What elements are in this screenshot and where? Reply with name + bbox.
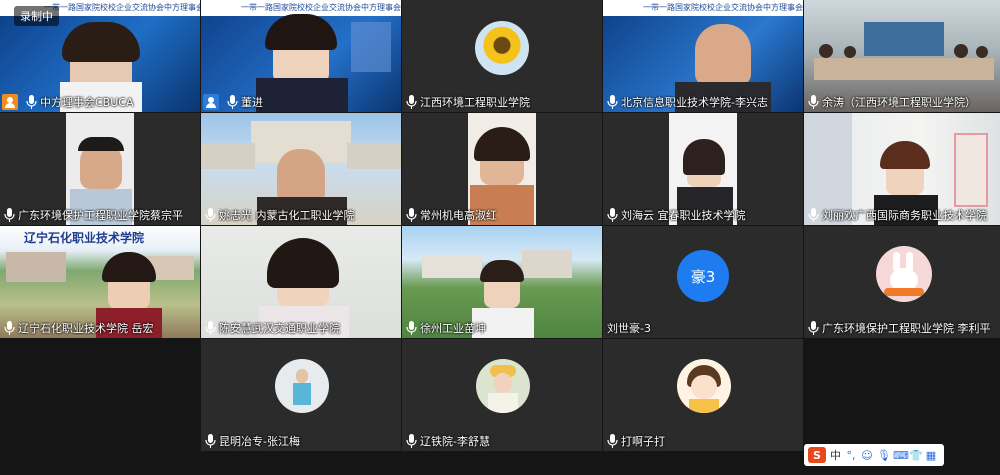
banner-text: 一带一路国家院校校企业交流协会中方理事会 — [44, 3, 200, 12]
participant-name: 打啊子打 — [621, 435, 665, 448]
participant-name: 辽铁院-李舒慧 — [420, 435, 490, 448]
participant-tile[interactable]: 广东环境保护工程职业学院 李利平 — [804, 226, 1000, 338]
participant-name: 徐州工业苗坤 — [420, 322, 486, 335]
mic-icon — [406, 321, 417, 335]
sogou-logo-icon: S — [808, 447, 826, 463]
mic-icon — [26, 95, 37, 109]
participant-label: 陈安慧武汉交通职业学院 — [201, 318, 340, 338]
banner-text: 一带一路国家院校校企业交流协会中方理事会 — [241, 3, 401, 12]
photo-avatar — [476, 359, 530, 413]
participant-tile[interactable]: 刘海云 宜春职业技术学院 — [603, 113, 803, 225]
photo-avatar — [275, 359, 329, 413]
host-icon — [2, 94, 18, 110]
video-grid: 一带一路国家院校校企业交流协会中方理事会 录制中 中方理事会CBUCA 一带一路… — [0, 0, 1000, 452]
participant-tile[interactable]: 昆明冶专-张江梅 — [201, 339, 401, 451]
mic-icon — [808, 208, 819, 222]
keyboard-icon[interactable]: ⌨ — [893, 449, 909, 462]
participant-label: 北京信息职业技术学院-李兴志 — [603, 92, 768, 112]
participant-tile[interactable]: 刘丽欢广西国际商务职业技术学院 — [804, 113, 1000, 225]
participant-tile[interactable]: 余涛（江西环境工程职业学院） — [804, 0, 1000, 112]
rabbit-avatar — [876, 246, 932, 302]
participant-label: 刘丽欢广西国际商务职业技术学院 — [804, 205, 987, 225]
participant-tile[interactable]: 辽宁石化职业技术学院 辽宁石化职业技术学院 岳宏 — [0, 226, 200, 338]
mic-icon — [205, 434, 216, 448]
participant-name: 江西环境工程职业学院 — [420, 96, 530, 109]
participant-label: 董进 — [201, 92, 263, 112]
participant-label: 刘世豪-3 — [603, 318, 651, 338]
participant-label: 昆明冶专-张江梅 — [201, 431, 300, 451]
participant-tile[interactable]: 常州机电高淑红 — [402, 113, 602, 225]
participant-name: 广东环境保护工程职业学院蔡宗平 — [18, 209, 183, 222]
participant-name: 余涛（江西环境工程职业学院） — [822, 96, 976, 109]
mic-icon — [607, 95, 618, 109]
participant-label: 余涛（江西环境工程职业学院） — [804, 92, 976, 112]
participant-label: 徐州工业苗坤 — [402, 318, 486, 338]
participant-tile[interactable]: 豪3 刘世豪-3 — [603, 226, 803, 338]
mic-icon — [4, 321, 15, 335]
participant-label: 江西环境工程职业学院 — [402, 92, 530, 112]
mic-icon — [607, 434, 618, 448]
punctuation-icon[interactable]: °, — [845, 449, 857, 462]
participant-tile[interactable]: 一带一路国家院校校企业交流协会中方理事会 董进 — [201, 0, 401, 112]
mic-icon — [808, 95, 819, 109]
participant-tile[interactable]: 打啊子打 — [603, 339, 803, 451]
participant-name: 北京信息职业技术学院-李兴志 — [621, 96, 768, 109]
ime-toolbar[interactable]: S 中 °, ☺ 🎙 ⌨ 👕 ▦ — [804, 444, 944, 466]
participant-tile[interactable]: 辽铁院-李舒慧 — [402, 339, 602, 451]
banner-text: 一带一路国家院校校企业交流协会中方理事会 — [643, 3, 803, 12]
mic-icon — [205, 208, 216, 222]
participant-tile[interactable]: 广东环境保护工程职业学院蔡宗平 — [0, 113, 200, 225]
participant-name: 刘丽欢广西国际商务职业技术学院 — [822, 209, 987, 222]
cartoon-avatar — [677, 359, 731, 413]
participant-name: 董进 — [241, 96, 263, 109]
participant-tile[interactable]: 姚志光 内蒙古化工职业学院 — [201, 113, 401, 225]
sunflower-avatar — [475, 21, 529, 75]
mic-icon — [4, 208, 15, 222]
participant-name: 常州机电高淑红 — [420, 209, 497, 222]
participant-tile[interactable]: 一带一路国家院校校企业交流协会中方理事会 录制中 中方理事会CBUCA — [0, 0, 200, 112]
mic-icon — [406, 434, 417, 448]
participant-label: 广东环境保护工程职业学院蔡宗平 — [0, 205, 183, 225]
mic-icon — [205, 321, 216, 335]
emoji-icon[interactable]: ☺ — [861, 449, 873, 462]
participant-name: 陈安慧武汉交通职业学院 — [219, 322, 340, 335]
initials-avatar: 豪3 — [677, 250, 729, 302]
ime-mode[interactable]: 中 — [830, 447, 841, 463]
skin-icon[interactable]: 👕 — [909, 449, 923, 462]
participant-name: 刘世豪-3 — [607, 322, 651, 335]
participant-label: 中方理事会CBUCA — [0, 92, 133, 112]
participant-name: 广东环境保护工程职业学院 李利平 — [822, 322, 991, 335]
participant-label: 辽铁院-李舒慧 — [402, 431, 490, 451]
participant-tile[interactable]: 一带一路国家院校校企业交流协会中方理事会 北京信息职业技术学院-李兴志 — [603, 0, 803, 112]
participant-label: 刘海云 宜春职业技术学院 — [603, 205, 746, 225]
participant-name: 中方理事会CBUCA — [40, 96, 134, 109]
mic-icon — [607, 208, 618, 222]
participant-label: 姚志光 内蒙古化工职业学院 — [201, 205, 355, 225]
mic-icon — [808, 321, 819, 335]
participant-name: 刘海云 宜春职业技术学院 — [621, 209, 746, 222]
toolbox-icon[interactable]: ▦ — [925, 449, 937, 462]
mic-icon — [406, 95, 417, 109]
participant-label: 广东环境保护工程职业学院 李利平 — [804, 318, 991, 338]
mic-icon — [227, 95, 238, 109]
recording-badge: 录制中 — [14, 6, 59, 26]
voice-icon[interactable]: 🎙 — [877, 449, 891, 462]
participant-name: 姚志光 内蒙古化工职业学院 — [219, 209, 355, 222]
mic-icon — [406, 208, 417, 222]
participant-tile[interactable]: 江西环境工程职业学院 — [402, 0, 602, 112]
participant-name: 昆明冶专-张江梅 — [219, 435, 300, 448]
participant-label: 常州机电高淑红 — [402, 205, 497, 225]
participant-tile[interactable]: 陈安慧武汉交通职业学院 — [201, 226, 401, 338]
participant-label: 打啊子打 — [603, 431, 665, 451]
participant-label: 辽宁石化职业技术学院 岳宏 — [0, 318, 154, 338]
participant-tile[interactable]: 徐州工业苗坤 — [402, 226, 602, 338]
participant-name: 辽宁石化职业技术学院 岳宏 — [18, 322, 154, 335]
school-sign: 辽宁石化职业技术学院 — [24, 231, 145, 245]
host-icon — [203, 94, 219, 110]
